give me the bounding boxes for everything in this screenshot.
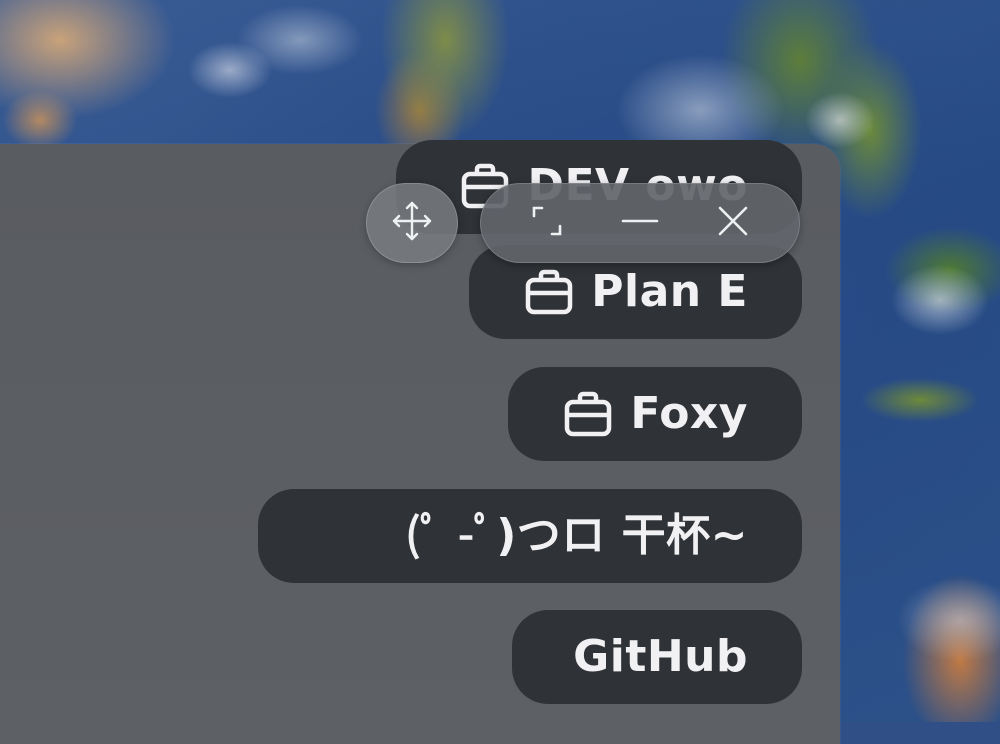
github-label: GitHub [573,631,748,682]
briefcase-icon [562,388,614,440]
foxy-label: Foxy [630,388,748,439]
github-button[interactable]: GitHub [512,610,802,704]
plan-e-label: Plan E [591,266,748,317]
cheers-label: (ﾟ -ﾟ)つロ 干杯~ [405,510,748,561]
move-icon [390,199,434,247]
cheers-button[interactable]: (ﾟ -ﾟ)つロ 干杯~ [258,489,802,583]
close-button[interactable] [710,200,756,246]
window-controls [480,183,800,263]
minimize-button[interactable] [617,200,663,246]
foxy-button[interactable]: Foxy [508,367,802,461]
maximize-icon [527,201,567,245]
briefcase-icon [523,266,575,318]
move-handle-button[interactable] [366,183,458,263]
maximize-button[interactable] [524,200,570,246]
close-icon [713,201,753,245]
minimize-icon [620,201,660,245]
